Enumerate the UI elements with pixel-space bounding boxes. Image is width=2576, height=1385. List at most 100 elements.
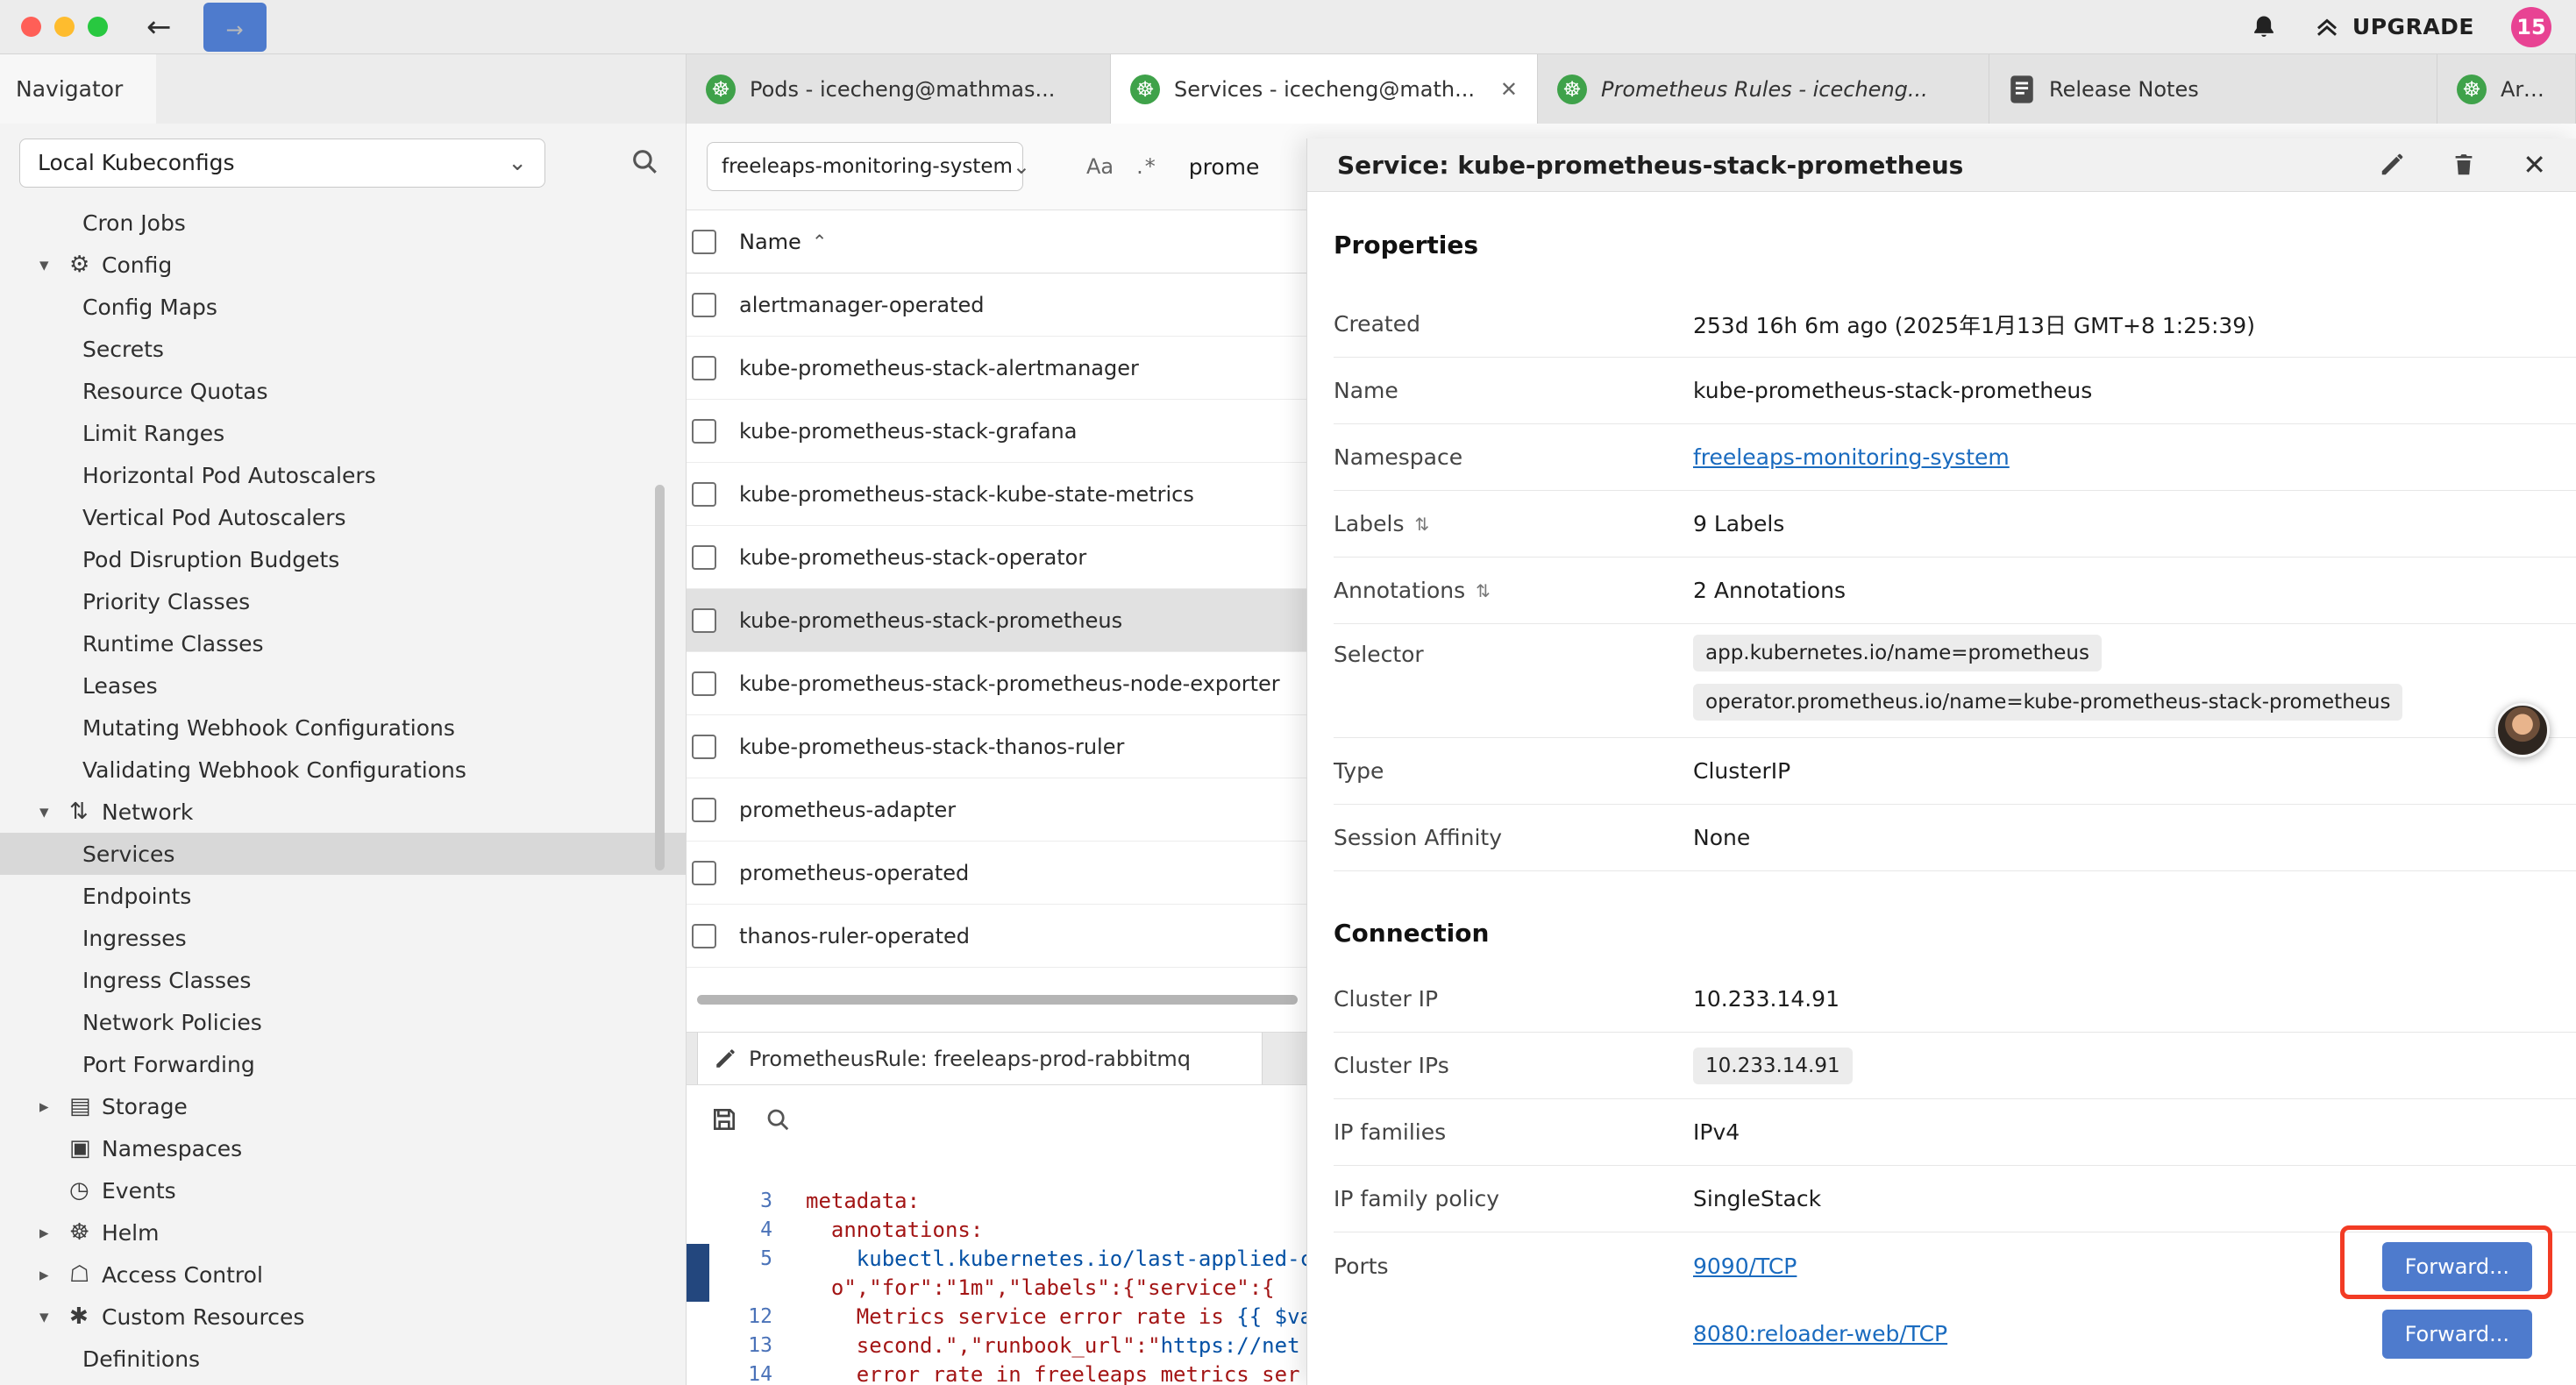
sidebar-item[interactable]: ◷ Events: [0, 1169, 686, 1211]
chevron-icon[interactable]: ▸: [39, 1096, 69, 1117]
horizontal-scrollbar[interactable]: [697, 995, 1298, 1005]
tab-prometheus-rules[interactable]: ☸ Prometheus Rules - icecheng...: [1538, 54, 1989, 124]
sidebar-item[interactable]: Network Policies: [0, 1001, 686, 1043]
sidebar-item[interactable]: ▸ ☸ Helm: [0, 1211, 686, 1254]
namespace-selector[interactable]: freeleaps-monitoring-system ⌄: [707, 142, 1023, 191]
forward-button[interactable]: →: [203, 3, 267, 52]
sidebar-item[interactable]: ▾ ⚙ Config: [0, 244, 686, 286]
sidebar-item[interactable]: Endpoints: [0, 875, 686, 917]
code-text: o","for":"1m","labels":{"service":{: [788, 1275, 1275, 1300]
tab-argo[interactable]: ☸ Argo Se: [2437, 54, 2576, 124]
sidebar-item[interactable]: Cron Jobs: [0, 202, 686, 244]
row-checkbox[interactable]: [692, 545, 716, 570]
editor-tab[interactable]: PrometheusRule: freeleaps-prod-rabbitmq: [697, 1033, 1263, 1084]
sidebar-item[interactable]: Horizontal Pod Autoscalers: [0, 454, 686, 496]
sidebar-item[interactable]: Validating Webhook Configurations: [0, 749, 686, 791]
chevron-icon[interactable]: ▸: [39, 1264, 69, 1285]
namespace-link[interactable]: freeleaps-monitoring-system: [1693, 444, 2010, 470]
sidebar-scrollbar[interactable]: [655, 485, 665, 870]
sidebar-item[interactable]: Vertical Pod Autoscalers: [0, 496, 686, 538]
editor-search-icon[interactable]: [765, 1106, 791, 1133]
chevron-icon[interactable]: ▸: [39, 1222, 69, 1243]
star-icon: ✱: [69, 1303, 102, 1330]
service-name: kube-prometheus-stack-kube-state-metrics: [739, 482, 1194, 507]
port-link[interactable]: 8080:reloader-web/TCP: [1693, 1321, 1947, 1346]
match-case-toggle[interactable]: Aa: [1086, 154, 1114, 179]
edit-pencil-icon[interactable]: [2379, 152, 2405, 178]
sidebar-item[interactable]: Config Maps: [0, 286, 686, 328]
row-checkbox[interactable]: [692, 293, 716, 317]
delete-trash-icon[interactable]: [2451, 152, 2477, 178]
sidebar-item[interactable]: Priority Classes: [0, 580, 686, 622]
upgrade-icon: [2314, 14, 2340, 40]
sidebar-item-label: Validating Webhook Configurations: [82, 757, 466, 783]
property-label: Annotations: [1334, 578, 1465, 603]
close-window-button[interactable]: [21, 17, 41, 37]
row-checkbox[interactable]: [692, 924, 716, 948]
forward-button[interactable]: Forward...: [2382, 1310, 2532, 1359]
sidebar-item[interactable]: Ingress Classes: [0, 959, 686, 1001]
sidebar-item[interactable]: Runtime Classes: [0, 622, 686, 664]
sidebar-item[interactable]: Services: [0, 833, 686, 875]
sidebar-item[interactable]: Limit Ranges: [0, 412, 686, 454]
row-checkbox[interactable]: [692, 798, 716, 822]
sidebar-item[interactable]: Ingresses: [0, 917, 686, 959]
notification-count-badge[interactable]: 15: [2511, 7, 2551, 47]
kubeconfig-selector[interactable]: Local Kubeconfigs ⌄: [19, 138, 545, 188]
bell-icon[interactable]: [2251, 13, 2277, 41]
code-token: kubectl.kubernetes.io/last-applied-co: [806, 1246, 1325, 1271]
sidebar-item[interactable]: Definitions: [0, 1338, 686, 1380]
upgrade-button[interactable]: UPGRADE: [2314, 14, 2474, 40]
tab-close-icon[interactable]: ✕: [1500, 77, 1518, 102]
tab-release-notes[interactable]: Release Notes: [1989, 54, 2437, 124]
row-checkbox[interactable]: [692, 735, 716, 759]
back-button[interactable]: ←: [146, 0, 172, 54]
port-link[interactable]: 9090/TCP: [1693, 1254, 1797, 1279]
minimize-window-button[interactable]: [54, 17, 75, 37]
sidebar-item-label: Ingress Classes: [82, 968, 251, 993]
sidebar-item[interactable]: Resource Quotas: [0, 370, 686, 412]
row-checkbox[interactable]: [692, 482, 716, 507]
sidebar-item[interactable]: ▣ Namespaces: [0, 1127, 686, 1169]
drawer-close-icon[interactable]: ✕: [2523, 148, 2546, 181]
sidebar-search-button[interactable]: [630, 146, 659, 180]
tab-pods[interactable]: ☸ Pods - icecheng@mathmas...: [687, 54, 1111, 124]
search-input[interactable]: prome: [1189, 154, 1260, 180]
forward-button[interactable]: Forward...: [2382, 1242, 2532, 1291]
line-number: 12: [709, 1305, 788, 1328]
tab-label: Pods - icecheng@mathmas...: [750, 77, 1091, 102]
drawer-title-bar: Service: kube-prometheus-stack-prometheu…: [1307, 138, 2576, 192]
sidebar-item[interactable]: Mutating Webhook Configurations: [0, 707, 686, 749]
sidebar-item[interactable]: ▾ ⇅ Network: [0, 791, 686, 833]
sidebar-item[interactable]: ▾ ✱ Custom Resources: [0, 1296, 686, 1338]
save-icon[interactable]: [710, 1105, 738, 1133]
user-avatar[interactable]: [2495, 703, 2550, 757]
expand-sort-icon[interactable]: ⇅: [1414, 514, 1429, 535]
zoom-window-button[interactable]: [88, 17, 108, 37]
expand-sort-icon[interactable]: ⇅: [1476, 580, 1491, 601]
column-name-header[interactable]: Name ⌃: [739, 230, 827, 254]
chevron-icon[interactable]: ▾: [39, 1306, 69, 1327]
sidebar-item-label: Secrets: [82, 337, 164, 362]
row-checkbox[interactable]: [692, 861, 716, 885]
regex-toggle[interactable]: .*: [1136, 154, 1157, 179]
sidebar-item[interactable]: Port Forwarding: [0, 1043, 686, 1085]
tab-services[interactable]: ☸ Services - icecheng@math... ✕: [1111, 54, 1538, 124]
row-checkbox[interactable]: [692, 608, 716, 633]
navigator-sidebar: Local Kubeconfigs ⌄ Cron Jobs ▾ ⚙ Config: [0, 124, 687, 1385]
row-checkbox[interactable]: [692, 419, 716, 444]
row-checkbox[interactable]: [692, 671, 716, 696]
chevron-icon[interactable]: ▾: [39, 801, 69, 822]
sidebar-item-label: Services: [82, 842, 174, 867]
sidebar-item[interactable]: Pod Disruption Budgets: [0, 538, 686, 580]
property-label: Selector: [1334, 635, 1693, 667]
chevron-down-icon: ⌄: [1013, 154, 1030, 179]
sidebar-item[interactable]: ▸ ▤ Storage: [0, 1085, 686, 1127]
sidebar-item[interactable]: ▸ ☖ Access Control: [0, 1254, 686, 1296]
sidebar-item[interactable]: Leases: [0, 664, 686, 707]
code-token: {{ $va: [1236, 1304, 1313, 1329]
chevron-icon[interactable]: ▾: [39, 254, 69, 275]
sidebar-item[interactable]: Secrets: [0, 328, 686, 370]
row-checkbox[interactable]: [692, 356, 716, 380]
select-all-checkbox[interactable]: [692, 230, 716, 254]
